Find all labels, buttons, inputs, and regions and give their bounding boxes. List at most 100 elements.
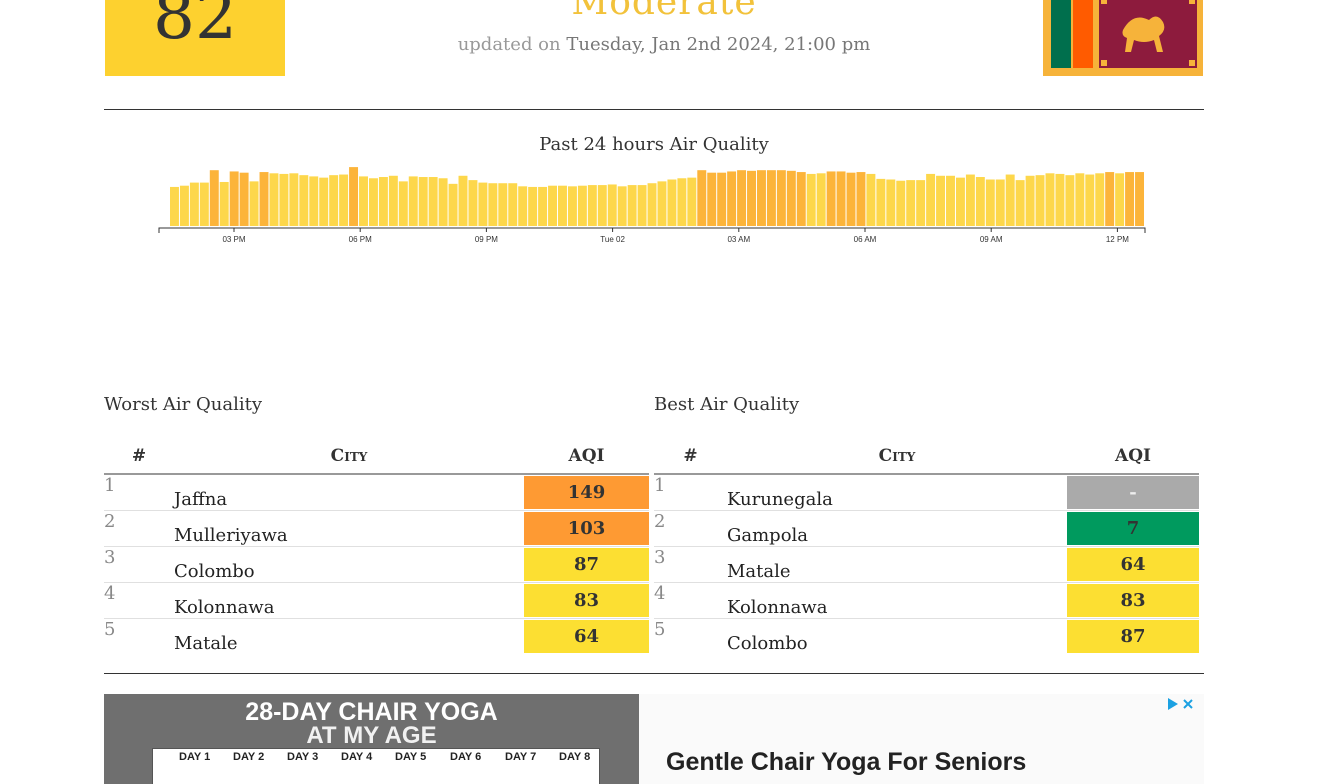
chart-bar[interactable] [478, 182, 488, 226]
chart-bar[interactable] [299, 175, 309, 226]
chart-bar[interactable] [219, 181, 229, 226]
chart-bar[interactable] [548, 185, 558, 226]
chart-bar[interactable] [528, 186, 538, 226]
chart-bar[interactable] [249, 181, 259, 226]
table-row[interactable]: 4 Kolonnawa 83 [104, 582, 649, 619]
chart-bar[interactable] [229, 171, 239, 226]
advertisement-banner[interactable]: 28-DAY CHAIR YOGA AT MY AGE DAY 1 DAY 2 … [104, 694, 1204, 784]
chart-bar[interactable] [926, 173, 936, 226]
chart-bar[interactable] [727, 171, 737, 226]
chart-bar[interactable] [488, 183, 498, 226]
chart-bar[interactable] [786, 170, 796, 226]
city-link[interactable]: Gampola [727, 510, 1067, 547]
chart-bar[interactable] [617, 186, 627, 226]
chart-bar[interactable] [717, 172, 727, 226]
chart-bar[interactable] [577, 185, 587, 226]
chart-bar[interactable] [916, 180, 926, 226]
chart-bar[interactable] [538, 186, 548, 226]
chart-bar[interactable] [637, 185, 647, 226]
chart-bar[interactable] [687, 177, 697, 226]
chart-bar[interactable] [955, 177, 965, 226]
chart-bar[interactable] [319, 177, 329, 226]
table-row[interactable]: 3 Colombo 87 [104, 546, 649, 583]
chart-bar[interactable] [1105, 172, 1115, 226]
chart-bar[interactable] [189, 182, 199, 226]
chart-bar[interactable] [1125, 172, 1135, 226]
chart-bar[interactable] [806, 173, 816, 226]
chart-bar[interactable] [170, 186, 179, 226]
chart-bar[interactable] [985, 179, 995, 227]
chart-bar[interactable] [1115, 173, 1125, 226]
chart-bar[interactable] [836, 171, 846, 226]
chart-bar[interactable] [906, 180, 916, 226]
city-link[interactable]: Matale [727, 546, 1067, 583]
chart-bar[interactable] [508, 183, 518, 226]
chart-bar[interactable] [289, 173, 299, 226]
city-link[interactable]: Mulleriyawa [174, 510, 524, 547]
table-row[interactable]: 4 Kolonnawa 83 [654, 582, 1199, 619]
chart-bar[interactable] [279, 173, 289, 226]
chart-bar[interactable] [1045, 173, 1055, 226]
chart-bar[interactable] [737, 170, 747, 226]
chart-bar[interactable] [946, 175, 955, 226]
chart-bar[interactable] [378, 177, 388, 226]
chart-bar[interactable] [1075, 173, 1085, 226]
chart-bar[interactable] [448, 183, 458, 226]
chart-bar[interactable] [1065, 175, 1075, 226]
chart-bar[interactable] [428, 177, 438, 226]
chart-bar[interactable] [359, 176, 368, 226]
chart-bar[interactable] [239, 172, 249, 226]
chart-bar[interactable] [1055, 173, 1065, 226]
chart-bar[interactable] [607, 184, 617, 226]
table-row[interactable]: 3 Matale 64 [654, 546, 1199, 583]
chart-bar[interactable] [667, 179, 677, 227]
chart-bar[interactable] [597, 185, 607, 226]
chart-bar[interactable] [179, 185, 189, 226]
chart-bar[interactable] [339, 174, 349, 226]
chart-bar[interactable] [707, 172, 717, 226]
chart-bar[interactable] [776, 170, 786, 226]
table-row[interactable]: 2 Mulleriyawa 103 [104, 510, 649, 547]
chart-bar[interactable] [209, 170, 219, 226]
chart-bar[interactable] [766, 170, 776, 226]
chart-bar[interactable] [747, 170, 756, 226]
chart-bar[interactable] [398, 181, 408, 226]
chart-bar[interactable] [329, 175, 339, 226]
chart-bar[interactable] [995, 179, 1005, 227]
chart-bar[interactable] [796, 172, 806, 226]
chart-bar[interactable] [438, 178, 448, 226]
city-link[interactable]: Kurunegala [727, 474, 1067, 511]
chart-bar[interactable] [309, 176, 319, 226]
ad-choices-icon[interactable] [1166, 696, 1194, 714]
chart-bar[interactable] [677, 178, 687, 226]
chart-bar[interactable] [975, 177, 985, 226]
chart-bar[interactable] [826, 171, 836, 226]
chart-bar[interactable] [408, 176, 418, 226]
chart-bar[interactable] [896, 180, 906, 226]
chart-bar[interactable] [876, 178, 886, 226]
ad-image[interactable]: 28-DAY CHAIR YOGA AT MY AGE DAY 1 DAY 2 … [104, 694, 639, 784]
chart-bar[interactable] [567, 186, 577, 226]
chart-bar[interactable] [856, 172, 866, 226]
chart-bar[interactable] [199, 182, 209, 226]
ad-headline[interactable]: Gentle Chair Yoga For Seniors [666, 748, 1026, 777]
chart-bar[interactable] [886, 179, 896, 227]
city-link[interactable]: Kolonnawa [727, 582, 1067, 619]
chart-bar[interactable] [388, 175, 398, 226]
chart-bar[interactable] [518, 186, 528, 226]
chart-bar[interactable] [866, 173, 876, 226]
city-link[interactable]: Colombo [174, 546, 524, 583]
chart-bar[interactable] [1135, 172, 1144, 226]
chart-bar[interactable] [498, 183, 508, 226]
chart-bar[interactable] [1005, 174, 1015, 226]
chart-bar[interactable] [936, 175, 946, 226]
chart-bar[interactable] [558, 185, 567, 226]
chart-bar[interactable] [468, 180, 478, 226]
chart-bar[interactable] [1025, 175, 1035, 226]
table-row[interactable]: 1 Jaffna 149 [104, 474, 649, 511]
chart-bar[interactable] [418, 177, 428, 226]
chart-bar[interactable] [587, 185, 597, 226]
chart-bar[interactable] [965, 174, 975, 226]
chart-bar[interactable] [697, 170, 707, 226]
city-link[interactable]: Colombo [727, 619, 1067, 654]
